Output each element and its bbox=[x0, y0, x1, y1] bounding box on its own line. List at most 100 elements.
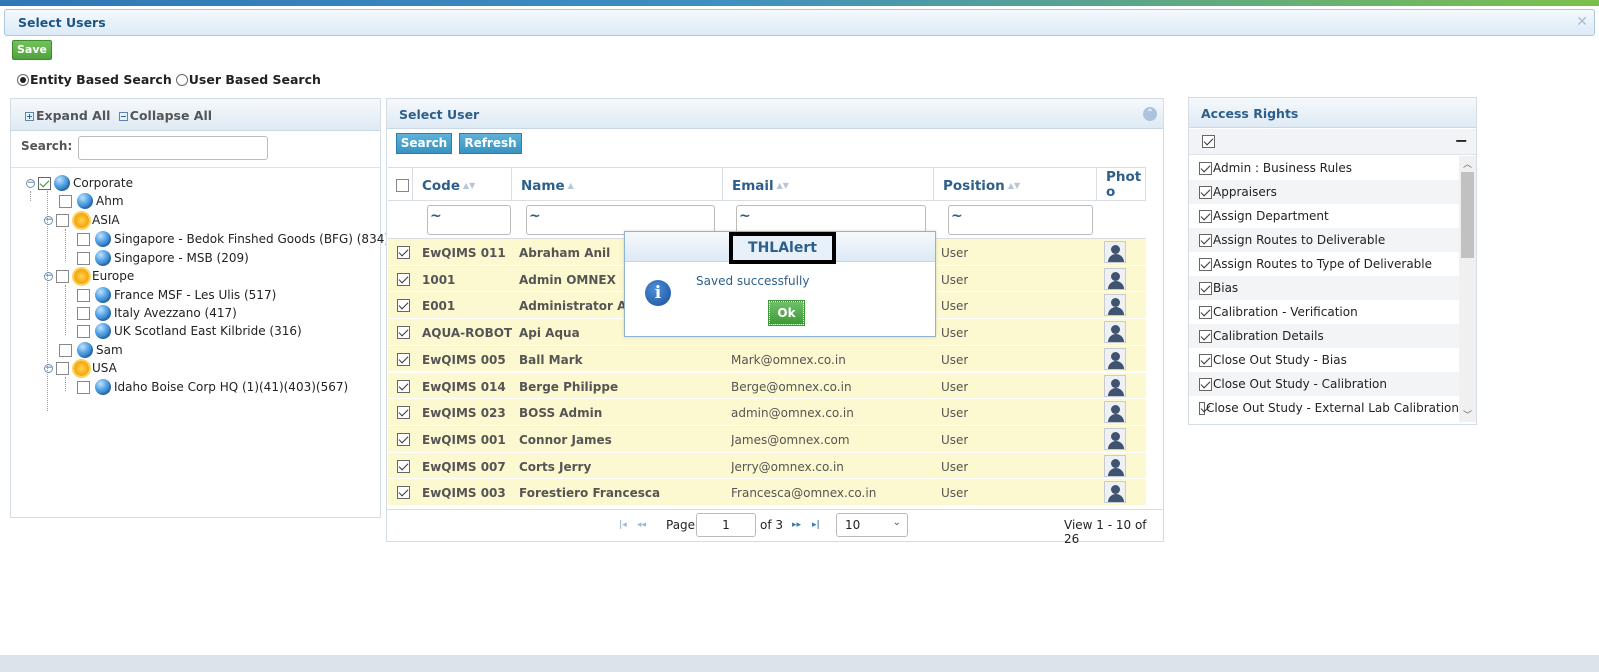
scroll-up-icon[interactable]: ︿ bbox=[1463, 157, 1472, 170]
entity-search-radio[interactable] bbox=[17, 73, 29, 86]
select-all-rights-checkbox[interactable] bbox=[1202, 135, 1215, 148]
collapse-toggle-icon[interactable]: − bbox=[44, 363, 53, 373]
right-checkbox[interactable] bbox=[1199, 161, 1212, 175]
list-item[interactable]: Assign Routes to Type of Deliverable bbox=[1189, 252, 1459, 276]
user-avatar-icon[interactable] bbox=[1104, 321, 1126, 344]
user-avatar-icon[interactable] bbox=[1104, 427, 1126, 450]
row-checkbox[interactable] bbox=[397, 352, 410, 366]
user-avatar-icon[interactable] bbox=[1104, 241, 1126, 263]
row-checkbox[interactable] bbox=[397, 379, 410, 393]
table-row[interactable]: EwQIMS 001 Connor James James@omnex.com … bbox=[388, 425, 1146, 453]
close-icon[interactable]: ✕ bbox=[1576, 14, 1588, 30]
right-checkbox[interactable] bbox=[1199, 209, 1212, 223]
entity-search-label[interactable]: Entity Based Search bbox=[30, 72, 172, 87]
tree-checkbox[interactable] bbox=[77, 306, 90, 320]
right-checkbox[interactable] bbox=[1199, 257, 1212, 271]
expand-icon[interactable]: + bbox=[25, 112, 34, 121]
row-checkbox[interactable] bbox=[397, 406, 410, 420]
column-header-photo[interactable]: Phot o bbox=[1097, 168, 1146, 200]
tree-node-label[interactable]: ASIA bbox=[92, 213, 120, 227]
tree-checkbox[interactable] bbox=[77, 232, 90, 246]
list-item[interactable]: Calibration Details bbox=[1189, 324, 1459, 348]
row-checkbox[interactable] bbox=[397, 272, 410, 286]
column-header-position[interactable]: Position ▲▼ bbox=[934, 168, 1097, 200]
collapse-toggle-icon[interactable]: − bbox=[26, 178, 35, 188]
tree-checkbox[interactable] bbox=[56, 361, 69, 375]
tree-node-singapore-msb[interactable]: Singapore - MSB (209) bbox=[77, 249, 249, 267]
scrollbar-thumb[interactable] bbox=[1461, 172, 1474, 258]
list-item[interactable]: Assign Routes to Deliverable bbox=[1189, 228, 1459, 252]
collapse-toggle-icon[interactable]: − bbox=[44, 271, 53, 281]
list-item[interactable]: Close Out Study - External Lab Calibrati… bbox=[1189, 396, 1459, 420]
tree-checkbox[interactable] bbox=[77, 251, 90, 265]
filter-position-input[interactable] bbox=[948, 205, 1093, 235]
search-button[interactable]: Search bbox=[396, 133, 452, 154]
page-size-select[interactable]: 10 ⌄ bbox=[836, 513, 908, 537]
table-row[interactable]: EwQIMS 003 Forestiero Francesca Francesc… bbox=[388, 479, 1146, 506]
page-number-input[interactable]: 1 bbox=[696, 513, 756, 537]
list-item[interactable]: Admin : Business Rules bbox=[1189, 156, 1459, 180]
tree-checkbox[interactable] bbox=[59, 343, 72, 357]
tree-node-idaho[interactable]: Idaho Boise Corp HQ (1)(41)(403)(567) bbox=[77, 378, 348, 396]
tree-node-label[interactable]: Singapore - MSB (209) bbox=[114, 251, 249, 265]
save-button[interactable]: Save bbox=[12, 40, 52, 60]
right-checkbox[interactable] bbox=[1199, 233, 1212, 247]
row-checkbox[interactable] bbox=[397, 246, 410, 259]
user-avatar-icon[interactable] bbox=[1104, 347, 1126, 370]
collapse-icon[interactable]: − bbox=[118, 112, 128, 121]
user-avatar-icon[interactable] bbox=[1104, 454, 1126, 477]
access-rights-scrollbar[interactable]: ︿ ﹀ bbox=[1459, 156, 1476, 422]
sort-icon[interactable]: ▲▼ bbox=[777, 181, 789, 190]
right-checkbox[interactable] bbox=[1199, 377, 1212, 391]
select-all-checkbox[interactable] bbox=[396, 179, 409, 192]
user-search-radio[interactable] bbox=[175, 73, 188, 86]
right-checkbox[interactable] bbox=[1199, 305, 1212, 319]
row-checkbox[interactable] bbox=[397, 299, 410, 313]
row-checkbox[interactable] bbox=[397, 432, 410, 446]
tree-node-italy[interactable]: Italy Avezzano (417) bbox=[77, 304, 237, 322]
tree-node-label[interactable]: USA bbox=[92, 361, 117, 375]
right-checkbox[interactable] bbox=[1199, 353, 1212, 367]
column-header-code[interactable]: Code ▲▼ bbox=[413, 168, 512, 200]
tree-node-asia[interactable]: − ASIA bbox=[44, 211, 120, 229]
user-avatar-icon[interactable] bbox=[1104, 401, 1126, 424]
tree-node-corporate[interactable]: − Corporate bbox=[26, 174, 133, 192]
last-page-icon[interactable]: ▸| bbox=[812, 520, 820, 530]
user-avatar-icon[interactable] bbox=[1104, 294, 1126, 317]
tree-node-sam[interactable]: Sam bbox=[59, 341, 123, 359]
tree-search-input[interactable] bbox=[78, 136, 268, 160]
collapse-icon[interactable]: − bbox=[1455, 131, 1468, 150]
prev-page-icon[interactable]: ◂◂ bbox=[637, 520, 646, 530]
tree-node-label[interactable]: Ahm bbox=[96, 194, 124, 208]
first-page-icon[interactable]: |◂ bbox=[619, 520, 627, 530]
tree-checkbox[interactable] bbox=[77, 324, 90, 338]
right-checkbox[interactable] bbox=[1199, 281, 1212, 295]
tree-node-label[interactable]: Idaho Boise Corp HQ (1)(41)(403)(567) bbox=[114, 380, 348, 394]
right-checkbox[interactable] bbox=[1199, 329, 1212, 343]
tree-node-label[interactable]: Europe bbox=[92, 269, 134, 283]
tree-node-ahm[interactable]: Ahm bbox=[59, 192, 124, 210]
user-avatar-icon[interactable] bbox=[1104, 267, 1126, 290]
tree-node-label[interactable]: Singapore - Bedok Finshed Goods (BFG) (8… bbox=[114, 232, 389, 246]
refresh-button[interactable]: Refresh bbox=[459, 133, 522, 154]
ok-button[interactable]: Ok bbox=[768, 300, 805, 326]
row-checkbox[interactable] bbox=[397, 459, 410, 473]
list-item[interactable]: Calibration - Verification bbox=[1189, 300, 1459, 324]
right-checkbox[interactable] bbox=[1199, 185, 1212, 199]
tree-checkbox[interactable] bbox=[38, 176, 51, 190]
column-header-email[interactable]: Email ▲▼ bbox=[723, 168, 934, 200]
list-item[interactable]: Close Out Study - Calibration bbox=[1189, 372, 1459, 396]
scroll-down-icon[interactable]: ﹀ bbox=[1463, 408, 1472, 421]
row-checkbox[interactable] bbox=[397, 486, 410, 500]
row-checkbox[interactable] bbox=[397, 326, 410, 340]
tree-node-france[interactable]: France MSF - Les Ulis (517) bbox=[77, 286, 276, 304]
collapse-panel-icon[interactable]: ⌃ bbox=[1143, 107, 1157, 121]
tree-checkbox[interactable] bbox=[77, 380, 90, 394]
sort-icon[interactable]: ▲▼ bbox=[463, 181, 475, 190]
tree-checkbox[interactable] bbox=[59, 194, 72, 208]
tree-node-label[interactable]: UK Scotland East Kilbride (316) bbox=[114, 324, 302, 338]
table-row[interactable]: EwQIMS 005 Ball Mark Mark@omnex.co.in Us… bbox=[388, 345, 1146, 373]
tree-checkbox[interactable] bbox=[77, 288, 90, 302]
sort-icon[interactable]: ▲▼ bbox=[1008, 181, 1020, 190]
list-item[interactable]: Bias bbox=[1189, 276, 1459, 300]
